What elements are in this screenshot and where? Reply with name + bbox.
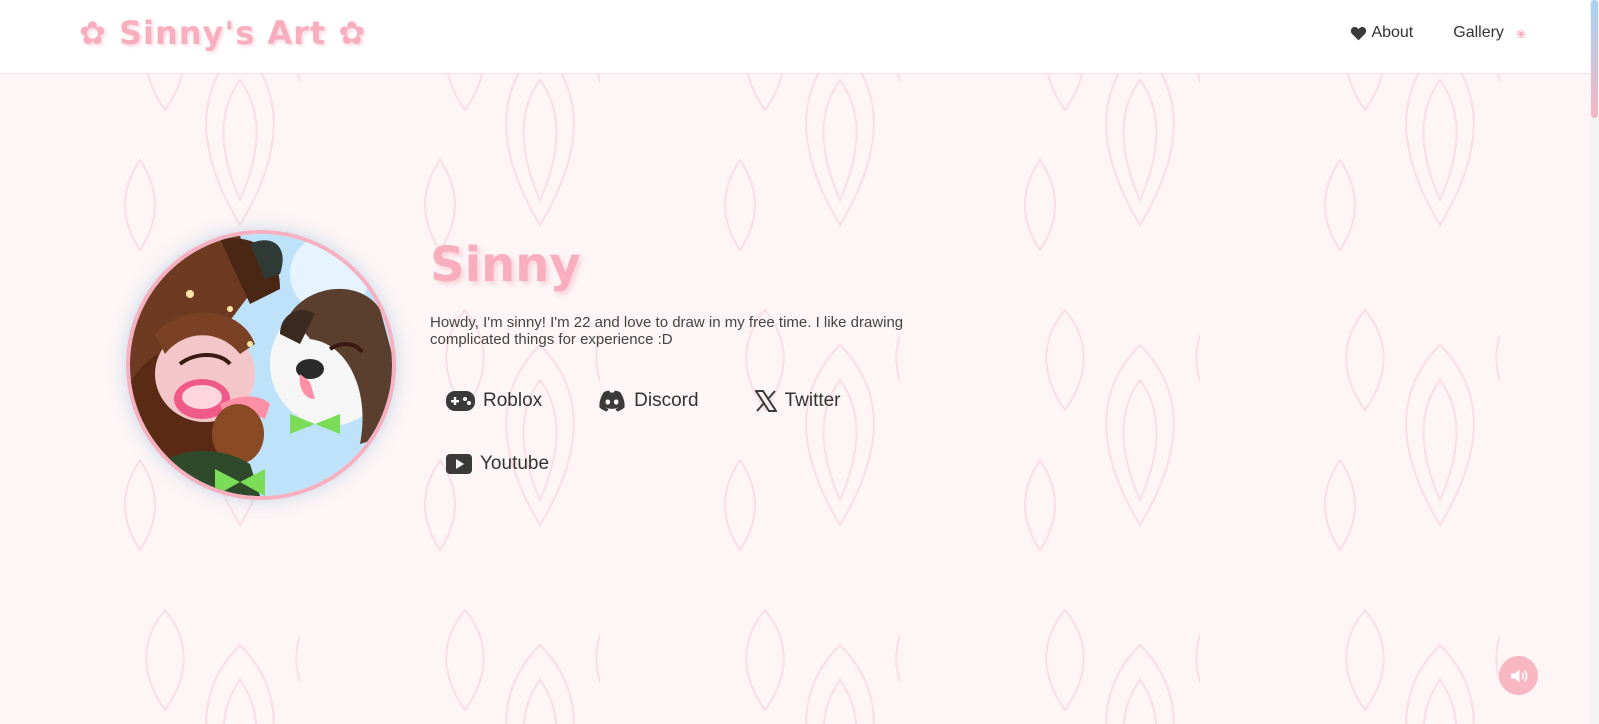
profile-section: Sinny Howdy, I'm sinny! I'm 22 and love … (430, 236, 990, 502)
scrollbar-thumb[interactable] (1591, 0, 1598, 118)
social-links: Roblox Discord Twitter Youtube (430, 376, 890, 502)
discord-icon (599, 390, 625, 412)
nav-gallery-link[interactable]: Gallery ❀ (1453, 24, 1526, 42)
profile-bio: Howdy, I'm sinny! I'm 22 and love to dra… (430, 314, 904, 348)
flower-icon: ✿ (338, 14, 367, 52)
volume-icon (1510, 669, 1527, 682)
nav-about-label: About (1371, 24, 1414, 41)
youtube-link-label: Youtube (480, 453, 550, 474)
flower-icon: ✿ (79, 14, 107, 52)
youtube-icon (446, 454, 472, 474)
nav-about-link[interactable]: About (1350, 24, 1413, 42)
discord-link-label: Discord (634, 390, 699, 411)
gamepad-icon (446, 391, 475, 411)
profile-avatar (126, 230, 396, 500)
roblox-link-label: Roblox (483, 390, 543, 411)
avatar-illustration (130, 234, 392, 496)
nav-gallery-label: Gallery (1453, 24, 1504, 41)
youtube-link[interactable]: Youtube (430, 439, 565, 489)
twitter-link[interactable]: Twitter (739, 376, 857, 426)
site-brand[interactable]: ✿ Sinny's Art ✿ (79, 14, 366, 52)
main-nav: About Gallery ❀ (1350, 24, 1526, 42)
profile-name: Sinny (430, 237, 581, 293)
flower-icon: ❀ (1515, 27, 1526, 41)
sound-toggle-button[interactable] (1499, 656, 1538, 695)
site-title: Sinny's Art (118, 14, 327, 52)
roblox-link[interactable]: Roblox (430, 376, 558, 426)
top-navbar: ✿ Sinny's Art ✿ About Gallery ❀ (0, 0, 1599, 74)
x-twitter-icon (754, 390, 777, 412)
discord-link[interactable]: Discord (582, 376, 714, 426)
heart-icon (1351, 26, 1367, 40)
twitter-link-label: Twitter (784, 390, 841, 411)
page-scrollbar[interactable] (1590, 0, 1599, 724)
